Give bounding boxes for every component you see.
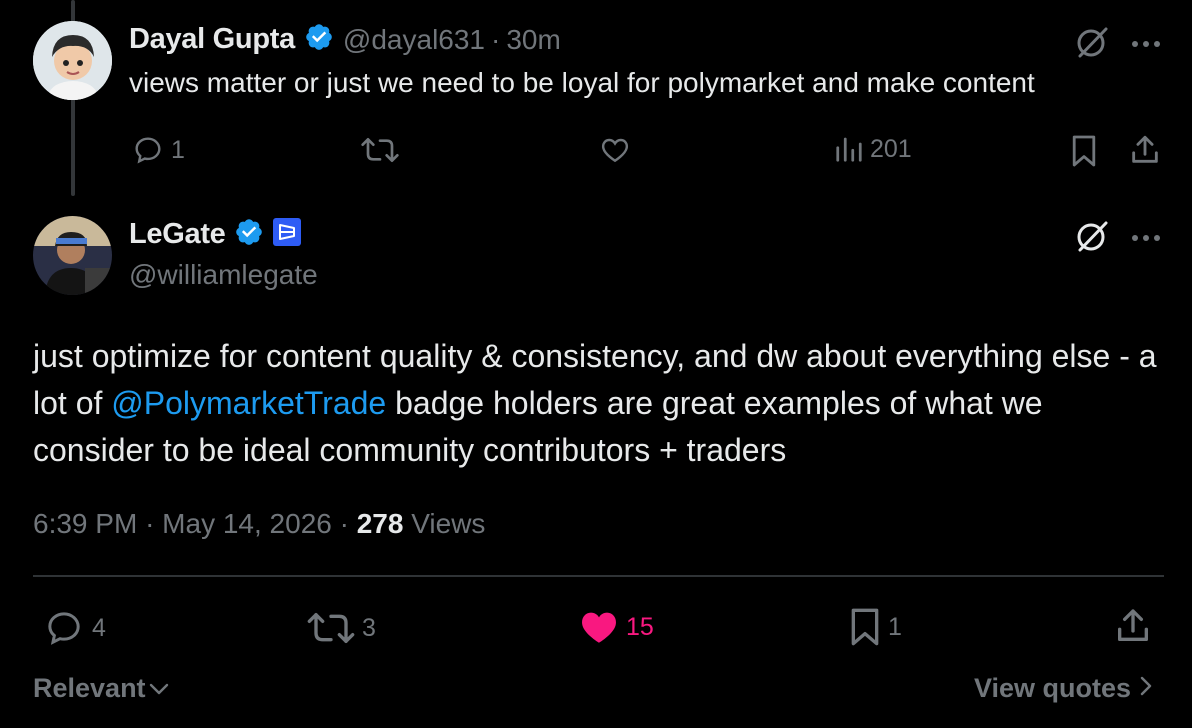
share-icon <box>1118 609 1148 641</box>
repost-count: 3 <box>362 613 376 642</box>
avatar-image <box>33 21 112 100</box>
reply-button[interactable]: 4 <box>42 608 106 648</box>
verified-badge-icon <box>304 22 334 57</box>
chevron-right-icon <box>1139 673 1153 704</box>
bookmark-button[interactable] <box>1070 134 1098 173</box>
post-time[interactable]: 30m <box>506 24 560 56</box>
share-button[interactable] <box>1113 606 1153 651</box>
like-button[interactable] <box>598 134 632 171</box>
author-handle[interactable]: @williamlegate <box>129 259 318 291</box>
view-count: 201 <box>870 134 912 163</box>
like-count: 15 <box>626 612 654 641</box>
avatar[interactable] <box>33 21 112 100</box>
verified-badge-icon <box>234 217 264 252</box>
repost-button[interactable]: 3 <box>306 608 376 648</box>
bookmark-count: 1 <box>888 612 902 641</box>
mention-link[interactable]: @PolymarketTrade <box>111 385 386 421</box>
separator-dot: · <box>339 508 349 539</box>
reply-count: 4 <box>92 613 106 642</box>
sort-label: Relevant <box>33 673 146 703</box>
repost-icon <box>306 608 356 648</box>
bookmark-button[interactable]: 1 <box>848 607 902 647</box>
bookmark-icon <box>848 607 882 647</box>
more-options-icon[interactable] <box>1130 230 1162 248</box>
analytics-icon <box>834 134 864 164</box>
post-body: just optimize for content quality & cons… <box>33 333 1168 474</box>
sort-dropdown[interactable]: Relevant <box>33 673 170 704</box>
repost-button[interactable] <box>360 134 400 171</box>
view-quotes-link[interactable]: View quotes <box>974 673 1153 704</box>
like-button[interactable]: 15 <box>578 606 654 648</box>
share-icon <box>1132 135 1158 163</box>
polymarket-affiliate-badge-icon[interactable] <box>272 217 302 252</box>
view-quotes-label: View quotes <box>974 673 1132 703</box>
reply-icon <box>42 608 86 648</box>
heart-filled-icon <box>578 606 620 648</box>
post-text: views matter or just we need to be loyal… <box>129 67 1035 98</box>
author-name[interactable]: Dayal Gupta <box>129 23 295 56</box>
post-meta: 6:39 PM · May 14, 2026 · 278 Views <box>33 508 485 540</box>
author-name[interactable]: LeGate <box>129 218 226 251</box>
grok-icon[interactable] <box>1074 218 1110 259</box>
separator-dot: · <box>491 23 501 55</box>
repost-icon <box>361 138 399 162</box>
bookmark-icon <box>1072 135 1096 167</box>
post-time[interactable]: 6:39 PM <box>33 508 137 539</box>
heart-icon <box>601 138 629 163</box>
divider <box>33 575 1164 577</box>
separator-dot: · <box>145 508 155 539</box>
more-options-icon[interactable] <box>1130 36 1162 54</box>
reply-icon <box>131 134 165 166</box>
reply-count: 1 <box>171 135 185 164</box>
grok-icon[interactable] <box>1074 24 1110 65</box>
avatar[interactable] <box>33 216 112 295</box>
avatar-image <box>33 216 112 295</box>
share-button[interactable] <box>1128 133 1162 172</box>
chevron-down-icon <box>148 673 170 704</box>
post-date[interactable]: May 14, 2026 <box>162 508 332 539</box>
reply-button[interactable]: 1 <box>131 134 185 166</box>
views-label: Views <box>411 508 486 539</box>
author-handle[interactable]: @dayal631 <box>343 24 485 56</box>
views-count: 278 <box>356 508 404 539</box>
views-button[interactable]: 201 <box>834 134 912 164</box>
